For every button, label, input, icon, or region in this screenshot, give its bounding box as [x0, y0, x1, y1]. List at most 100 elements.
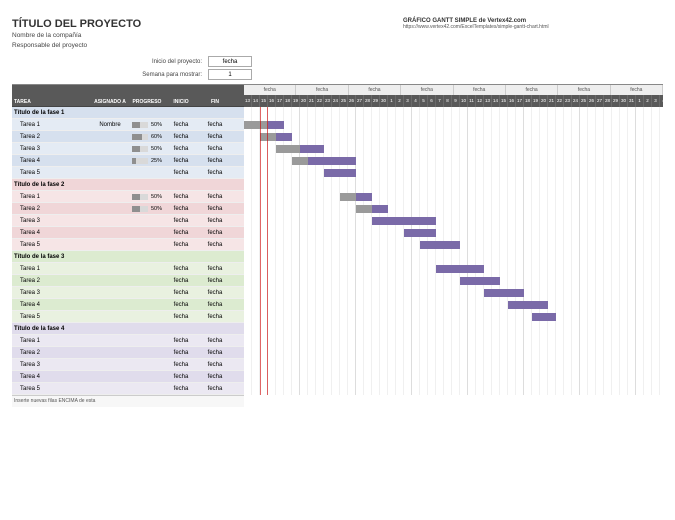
task-table: TAREA ASIGNADO A PROGRESO INICIO FIN Tít…	[12, 85, 244, 407]
day-header-cell: 26	[348, 95, 356, 107]
gantt-row	[244, 263, 663, 275]
date-header-cell: fecha	[611, 85, 663, 95]
week-input[interactable]: 1	[208, 69, 252, 80]
day-header-cell: 2	[396, 95, 404, 107]
day-header-cell: 1	[388, 95, 396, 107]
day-header-cell: 4	[412, 95, 420, 107]
day-header-cell: 17	[516, 95, 524, 107]
day-header-cell: 18	[284, 95, 292, 107]
date-header-cell: fecha	[558, 85, 610, 95]
gantt-bar[interactable]	[404, 229, 436, 237]
day-header-cell: 10	[460, 95, 468, 107]
task-row[interactable]: Tarea 1fechafecha	[12, 263, 244, 275]
gantt-bar[interactable]	[372, 217, 436, 225]
gantt-bar[interactable]	[436, 265, 484, 273]
day-header-cell: 14	[252, 95, 260, 107]
task-row[interactable]: Tarea 5fechafecha	[12, 167, 244, 179]
date-header-cell: fecha	[506, 85, 558, 95]
task-row[interactable]: Tarea 4fechafecha	[12, 299, 244, 311]
start-date-input[interactable]: fecha	[208, 56, 252, 67]
task-row[interactable]: Tarea 5fechafecha	[12, 239, 244, 251]
day-header-cell: 16	[508, 95, 516, 107]
table-header-row: TAREA ASIGNADO A PROGRESO INICIO FIN	[12, 85, 244, 107]
task-row[interactable]: Tarea 2fechafecha	[12, 347, 244, 359]
task-row[interactable]: Tarea 5fechafecha	[12, 311, 244, 323]
gantt-bar-done[interactable]	[356, 205, 372, 213]
gantt-row	[244, 335, 663, 347]
day-header-cell: 13	[244, 95, 252, 107]
gantt-row	[244, 191, 663, 203]
task-row[interactable]: Tarea 3fechafecha	[12, 287, 244, 299]
gantt-row	[244, 227, 663, 239]
project-title: TÍTULO DEL PROYECTO	[12, 18, 141, 30]
gantt-bar[interactable]	[268, 121, 284, 129]
gantt-bar-done[interactable]	[292, 157, 308, 165]
gantt-bar[interactable]	[484, 289, 524, 297]
day-header-cell: 20	[540, 95, 548, 107]
day-header-cell: 17	[276, 95, 284, 107]
date-header-cell: fecha	[401, 85, 453, 95]
gantt-row	[244, 119, 663, 131]
gantt-bar[interactable]	[324, 169, 356, 177]
day-header-cell: 9	[452, 95, 460, 107]
task-row[interactable]: Tarea 350%fechafecha	[12, 143, 244, 155]
day-header-cell: 20	[300, 95, 308, 107]
day-header-cell: 25	[340, 95, 348, 107]
task-row[interactable]: Tarea 3fechafecha	[12, 215, 244, 227]
col-start: INICIO	[164, 98, 198, 106]
task-row[interactable]: Tarea 1Nombre50%fechafecha	[12, 119, 244, 131]
task-row[interactable]: Tarea 150%fechafecha	[12, 191, 244, 203]
gantt-row	[244, 215, 663, 227]
task-row[interactable]: Tarea 250%fechafecha	[12, 203, 244, 215]
gantt-bar-done[interactable]	[244, 121, 268, 129]
task-row[interactable]: Tarea 4fechafecha	[12, 227, 244, 239]
day-header-cell: 4	[660, 95, 663, 107]
day-header-cell: 22	[316, 95, 324, 107]
gantt-bar[interactable]	[356, 193, 372, 201]
day-header-cell: 5	[420, 95, 428, 107]
task-row[interactable]: Tarea 4fechafecha	[12, 371, 244, 383]
gantt-row	[244, 155, 663, 167]
day-header-cell: 15	[260, 95, 268, 107]
col-progress: PROGRESO	[130, 98, 164, 106]
day-header-cell: 11	[468, 95, 476, 107]
credit-link[interactable]: https://www.vertex42.com/ExcelTemplates/…	[403, 24, 663, 30]
day-header-cell: 6	[428, 95, 436, 107]
gantt-row	[244, 275, 663, 287]
day-header-cell: 1	[636, 95, 644, 107]
gantt-bar[interactable]	[508, 301, 548, 309]
day-header-cell: 16	[268, 95, 276, 107]
day-header-cell: 2	[644, 95, 652, 107]
task-row[interactable]: Tarea 1fechafecha	[12, 335, 244, 347]
date-header-cell: fecha	[244, 85, 296, 95]
week-label: Semana para mostrar:	[142, 72, 202, 78]
gantt-bar[interactable]	[532, 313, 556, 321]
day-header-cell: 8	[444, 95, 452, 107]
day-header-cell: 18	[524, 95, 532, 107]
gantt-bar[interactable]	[300, 145, 324, 153]
gantt-bar[interactable]	[372, 205, 388, 213]
gantt-bar[interactable]	[460, 277, 500, 285]
gantt-bar[interactable]	[308, 157, 356, 165]
day-header-cell: 25	[580, 95, 588, 107]
gantt-row	[244, 143, 663, 155]
task-row[interactable]: Tarea 260%fechafecha	[12, 131, 244, 143]
day-header-cell: 3	[404, 95, 412, 107]
day-header-cell: 21	[308, 95, 316, 107]
gantt-bar-done[interactable]	[276, 145, 300, 153]
gantt-row	[244, 167, 663, 179]
day-header-cell: 19	[532, 95, 540, 107]
gantt-bar[interactable]	[420, 241, 460, 249]
gantt-row	[244, 131, 663, 143]
task-row[interactable]: Tarea 5fechafecha	[12, 383, 244, 395]
day-header-cell: 13	[484, 95, 492, 107]
task-row[interactable]: Tarea 3fechafecha	[12, 359, 244, 371]
phase-header: Título de la fase 1	[12, 107, 244, 119]
task-row[interactable]: Tarea 2fechafecha	[12, 275, 244, 287]
day-header-cell: 7	[436, 95, 444, 107]
gantt-bar-done[interactable]	[340, 193, 356, 201]
gantt-bar[interactable]	[276, 133, 292, 141]
day-header-cell: 31	[628, 95, 636, 107]
task-row[interactable]: Tarea 425%fechafecha	[12, 155, 244, 167]
gantt-bar-done[interactable]	[260, 133, 276, 141]
